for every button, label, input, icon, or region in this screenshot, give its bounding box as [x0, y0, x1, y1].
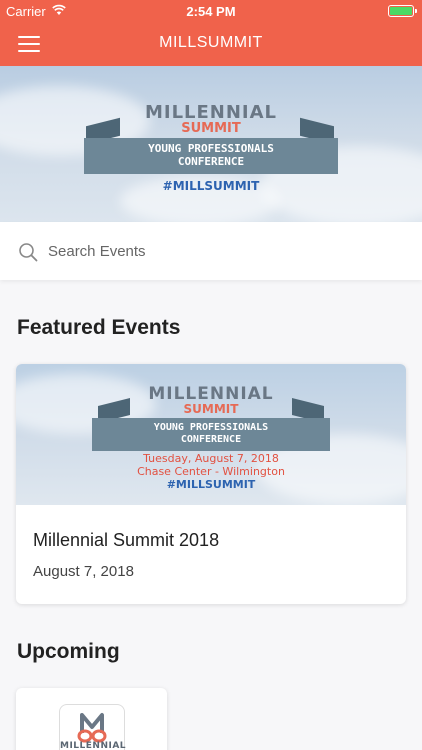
event-title: Millennial Summit 2018 — [33, 530, 220, 550]
card-banner-venue: Chase Center - Wilmington — [137, 465, 285, 478]
search-icon — [19, 243, 38, 262]
hero-logo-summit: SUMMIT — [181, 121, 241, 136]
card-logo: MILLENNIAL SUMMIT — [16, 384, 406, 416]
search-input[interactable] — [48, 236, 398, 266]
hero-hashtag: #MILLSUMMIT — [162, 179, 260, 193]
millsummit-logo-icon — [77, 713, 107, 743]
event-logo-text: MILLENNIAL — [60, 741, 127, 750]
hero-logo-millennial: MILLENNIAL — [144, 102, 278, 123]
card-logo-summit: SUMMIT — [183, 402, 239, 416]
page-title: MILLSUMMIT — [159, 34, 263, 51]
hero-ribbon-line1: YOUNG PROFESSIONALS — [148, 142, 274, 155]
card-banner-hashtag: #MILLSUMMIT — [166, 478, 256, 491]
featured-events-heading: Featured Events — [17, 316, 181, 339]
search-bar — [0, 222, 422, 280]
battery-icon — [388, 5, 417, 17]
upcoming-event-tile[interactable]: MILLENNIAL — [16, 688, 167, 750]
upcoming-heading: Upcoming — [17, 640, 120, 663]
card-logo-millennial: MILLENNIAL — [148, 384, 274, 404]
card-ribbon-line1: YOUNG PROFESSIONALS — [153, 422, 269, 433]
event-date: August 7, 2018 — [33, 563, 134, 580]
card-banner-date: Tuesday, August 7, 2018 — [143, 452, 279, 465]
hero-ribbon-line2: CONFERENCE — [177, 154, 245, 168]
hero-banner: MILLENNIAL SUMMIT YOUNG PROFESSIONALS CO… — [0, 66, 422, 222]
hero-logo: MILLENNIAL SUMMIT — [0, 102, 422, 136]
featured-event-card[interactable]: MILLENNIAL SUMMIT YOUNG PROFESSIONALS CO… — [16, 364, 406, 604]
top-navigation-bar: Carrier 2:54 PM MILLSUMMIT — [0, 0, 422, 66]
status-bar: Carrier 2:54 PM — [0, 0, 422, 22]
card-ribbon: YOUNG PROFESSIONALS CONFERENCE — [92, 418, 330, 451]
card-ribbon-line2: CONFERENCE — [180, 433, 242, 445]
featured-event-banner: MILLENNIAL SUMMIT YOUNG PROFESSIONALS CO… — [16, 364, 406, 505]
event-logo: MILLENNIAL — [59, 704, 127, 750]
hero-ribbon: YOUNG PROFESSIONALS CONFERENCE — [84, 138, 338, 174]
clock: 2:54 PM — [186, 4, 236, 19]
